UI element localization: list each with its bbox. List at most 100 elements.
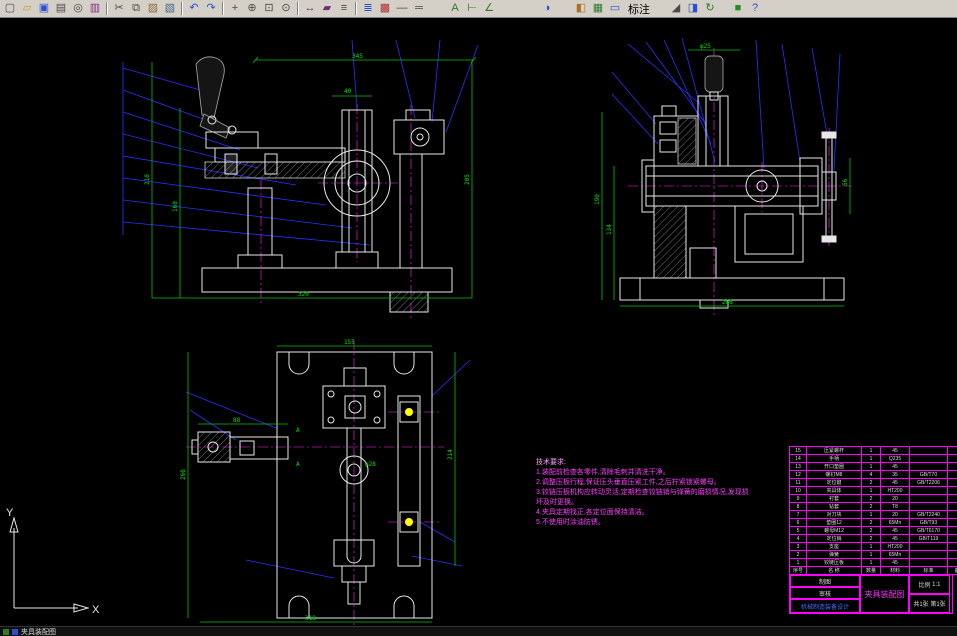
- svg-text:40: 40: [344, 88, 352, 95]
- block-icon[interactable]: ◧: [573, 1, 589, 17]
- toolbar-separator: [222, 2, 224, 15]
- parts-list-cell: 对刀块: [806, 510, 862, 519]
- course-name: 机械制造装备设计: [790, 599, 860, 613]
- parts-list-cell: 1: [861, 558, 881, 567]
- list-icon[interactable]: ≡: [336, 1, 352, 17]
- zoom-realtime-icon[interactable]: ⊕: [244, 1, 260, 17]
- toolbar-gap: [719, 8, 729, 9]
- zoom-previous-icon[interactable]: ⊙: [278, 1, 294, 17]
- parts-list-cell: 10: [789, 486, 807, 495]
- parts-list-cell: 12: [789, 470, 807, 479]
- tech-note-line: 5.不使用时涂油防锈。: [536, 519, 605, 526]
- drawn-by-cell: 制图: [790, 575, 860, 587]
- parts-list-row: 9 衬套 2 20: [789, 494, 957, 503]
- parts-list-cell: 螺母M12: [806, 526, 862, 535]
- scale-cell: 比例 1:1: [909, 575, 950, 594]
- ucs-x-label: X: [92, 604, 100, 616]
- parts-list-cell: 2: [861, 526, 881, 535]
- parts-list-cell: [909, 454, 948, 463]
- parts-list-cell: 7: [789, 510, 807, 519]
- ucs-icon: Y X: [6, 507, 100, 616]
- parts-list-row: 12 螺钉M8 4 35 GB/T70: [789, 470, 957, 479]
- pan-icon[interactable]: +: [227, 1, 243, 17]
- parts-list-cell: 1: [861, 454, 881, 463]
- dim-style-icon[interactable]: ◢: [668, 1, 684, 17]
- layers-icon[interactable]: ≣: [360, 1, 376, 17]
- drawing-canvas[interactable]: 345 210 160 205 320 40 190 134 φ25 56 26…: [0, 18, 957, 626]
- tech-note-line: 3.铰链压板机构应转动灵活,定期检查铰链销与弹簧的磨损情况,发现损: [536, 489, 749, 496]
- area-icon[interactable]: ▰: [319, 1, 335, 17]
- field-icon[interactable]: ▭: [607, 1, 623, 17]
- parts-list-cell: HT200: [880, 542, 910, 551]
- dim-angular-icon[interactable]: ∠: [481, 1, 497, 17]
- svg-text:155: 155: [344, 339, 355, 346]
- parts-list-cell: 65Mn: [880, 550, 910, 559]
- new-file-icon[interactable]: ▢: [2, 1, 18, 17]
- parts-list-cell: 8: [789, 502, 807, 511]
- cad-application-window: ▢ ▱ ▣ ▤ ◎ ▥ ✂ ⧉ ▨ ▧ ↶ ↷ + ⊕ ⊡ ⊙ ↔ ▰ ≡ ≣ ▩ — ═ A ⊢ ∠ ◑ ◧ ▦ ▭ 标注 ◢ ◨ ↻ ■?: [0, 0, 957, 636]
- undo-icon[interactable]: ↶: [186, 1, 202, 17]
- toolbar-separator: [355, 2, 357, 15]
- parts-list-cell: [947, 502, 957, 511]
- front-view-leader-lines: [122, 39, 479, 246]
- tech-note-line: 2.调整压板行程,保证压头垂直压紧工件,之后拧紧锁紧螺母。: [536, 479, 721, 486]
- toolbar-icons: ▢ ▱ ▣ ▤ ◎ ▥ ✂ ⧉ ▨ ▧ ↶ ↷ + ⊕ ⊡ ⊙ ↔ ▰ ≡ ≣ ▩ — ═ A ⊢ ∠ ◑ ◧ ▦ ▭ 标注 ◢ ◨ ↻ ■?: [2, 1, 763, 17]
- save-icon[interactable]: ▣: [36, 1, 52, 17]
- parts-list-cell: [947, 486, 957, 495]
- toolbar-separator: [181, 2, 183, 15]
- parts-list-cell: 1: [861, 486, 881, 495]
- parts-list-cell: [909, 462, 948, 471]
- parts-list-header-cell: 标准: [909, 566, 948, 575]
- dim-linear-icon[interactable]: ⊢: [464, 1, 480, 17]
- parts-list-cell: 1: [861, 510, 881, 519]
- front-view-centerlines: [260, 104, 412, 318]
- green-cube-icon[interactable]: ■: [730, 1, 746, 17]
- parts-list-row: 5 螺母M12 2 45 GB/T6170: [789, 526, 957, 535]
- paste-icon[interactable]: ▨: [145, 1, 161, 17]
- publish-icon[interactable]: ▥: [87, 1, 103, 17]
- style-manager-icon[interactable]: ◨: [685, 1, 701, 17]
- parts-list-cell: [947, 454, 957, 463]
- parts-list-cell: [909, 494, 948, 503]
- parts-list-cell: 2: [861, 534, 881, 543]
- parts-list-row: 10 夹具体 1 HT200: [789, 486, 957, 495]
- parts-list-row: 15 压紧螺杆 1 45: [789, 446, 957, 455]
- parts-list-cell: 弹簧: [806, 550, 862, 559]
- taskbar-blue-icon: [12, 629, 18, 635]
- tech-note-line: 4.夹具定期找正,各定位面保持清洁。: [536, 509, 649, 516]
- linetype-icon[interactable]: —: [394, 1, 410, 17]
- open-icon[interactable]: ▱: [19, 1, 35, 17]
- parts-list-cell: 钻套: [806, 502, 862, 511]
- plot-icon[interactable]: ▤: [53, 1, 69, 17]
- cut-icon[interactable]: ✂: [111, 1, 127, 17]
- lineweight-icon[interactable]: ═: [411, 1, 427, 17]
- toolbar-gap: [428, 8, 446, 9]
- dim-update-icon[interactable]: ↻: [702, 1, 718, 17]
- parts-list-row: 7 对刀块 1 20 GB/T2240: [789, 510, 957, 519]
- copy-icon[interactable]: ⧉: [128, 1, 144, 17]
- redo-icon[interactable]: ↷: [203, 1, 219, 17]
- svg-text:345: 345: [352, 53, 363, 60]
- parts-list-cell: [947, 462, 957, 471]
- parts-list-cell: [909, 446, 948, 455]
- parts-list-cell: [947, 550, 957, 559]
- sheet-cell: 共1张 第1张: [909, 594, 950, 613]
- layer-color-icon[interactable]: ▩: [377, 1, 393, 17]
- parts-list-header-cell: 序号: [789, 566, 807, 575]
- orbit-icon[interactable]: ◑: [539, 1, 555, 17]
- distance-icon[interactable]: ↔: [302, 1, 318, 17]
- parts-list-row: 1 铰链压板 1 45: [789, 558, 957, 567]
- parts-list-cell: [947, 518, 957, 527]
- table-icon[interactable]: ▦: [590, 1, 606, 17]
- taskbar-app-button[interactable]: 夹具装配图: [21, 629, 56, 636]
- help-icon[interactable]: ?: [747, 1, 763, 17]
- plot-preview-icon[interactable]: ◎: [70, 1, 86, 17]
- parts-list-cell: 2: [861, 494, 881, 503]
- parts-list-cell: 6: [789, 518, 807, 527]
- taskbar: 夹具装配图: [0, 626, 957, 636]
- zoom-window-icon[interactable]: ⊡: [261, 1, 277, 17]
- text-style-icon[interactable]: A: [447, 1, 463, 17]
- match-properties-icon[interactable]: ▧: [162, 1, 178, 17]
- parts-list-header-row: 序号名 称数量材料标准备注: [789, 566, 957, 575]
- svg-text:268: 268: [722, 299, 733, 306]
